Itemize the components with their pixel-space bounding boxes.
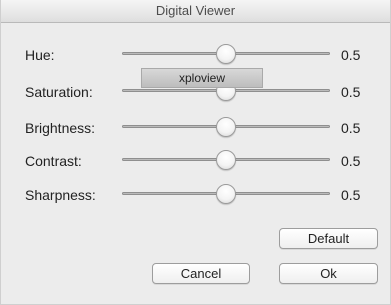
hue-label: Hue: bbox=[25, 47, 55, 63]
default-button[interactable]: Default bbox=[279, 228, 378, 249]
digital-viewer-window: Digital Viewer Hue: 0.5 Saturation: 0.5 … bbox=[0, 0, 391, 305]
hue-slider-thumb[interactable] bbox=[216, 44, 236, 64]
brightness-value: 0.5 bbox=[341, 120, 361, 136]
brightness-label: Brightness: bbox=[25, 120, 96, 136]
contrast-value: 0.5 bbox=[341, 153, 361, 169]
cancel-button[interactable]: Cancel bbox=[152, 263, 250, 284]
ok-button[interactable]: Ok bbox=[279, 263, 378, 284]
tooltip: xploview bbox=[141, 68, 263, 88]
sharpness-value: 0.5 bbox=[341, 187, 361, 203]
brightness-slider[interactable] bbox=[122, 117, 330, 137]
saturation-value: 0.5 bbox=[341, 84, 361, 100]
sharpness-slider-thumb[interactable] bbox=[216, 184, 236, 204]
sharpness-label: Sharpness: bbox=[25, 187, 96, 203]
sharpness-slider[interactable] bbox=[122, 184, 330, 204]
contrast-slider-thumb[interactable] bbox=[216, 150, 236, 170]
contrast-label: Contrast: bbox=[25, 153, 82, 169]
hue-slider[interactable] bbox=[122, 44, 330, 64]
window-title: Digital Viewer bbox=[1, 0, 390, 23]
saturation-label: Saturation: bbox=[25, 84, 93, 100]
brightness-slider-thumb[interactable] bbox=[216, 117, 236, 137]
contrast-slider[interactable] bbox=[122, 150, 330, 170]
hue-value: 0.5 bbox=[341, 47, 361, 63]
